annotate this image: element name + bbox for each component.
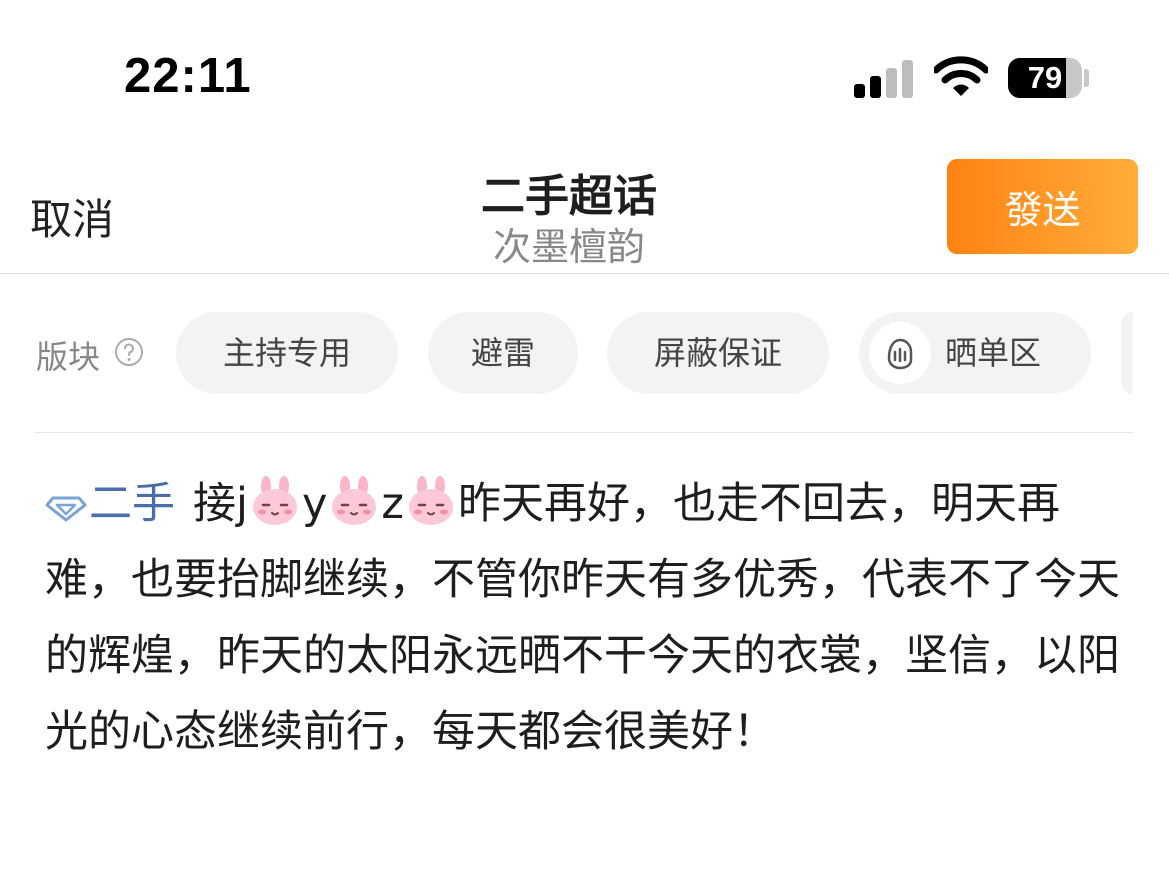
- nav-bar: 取消 二手超话 次墨檀韵 發送: [0, 140, 1169, 274]
- page-subtitle: 次墨檀韵: [492, 225, 645, 269]
- topic-tag-label: 二手: [89, 479, 175, 529]
- chip-avoid[interactable]: 避雷: [428, 312, 578, 394]
- chip-label: 晒单区: [945, 334, 1042, 372]
- chip-overflow[interactable]: [1121, 312, 1133, 394]
- send-button[interactable]: 發送: [947, 159, 1138, 254]
- battery-tip: [1084, 69, 1089, 87]
- battery-level: 79: [1027, 60, 1063, 95]
- post-text-segment: z: [381, 479, 404, 529]
- chip-block-guarantee[interactable]: 屏蔽保证: [607, 312, 829, 394]
- section-selector: 版块 主持专用 避雷 屏蔽保证 晒单区: [0, 310, 1169, 396]
- post-text-segment: 接j: [193, 479, 248, 529]
- chip-showcase[interactable]: 晒单区: [859, 312, 1091, 394]
- diamond-icon: [45, 496, 87, 522]
- chip-label: 主持专用: [222, 334, 351, 372]
- help-icon[interactable]: [114, 337, 144, 367]
- status-time: 22:11: [124, 49, 252, 103]
- section-label: 版块: [36, 338, 101, 376]
- battery-icon: 79: [1008, 58, 1082, 98]
- pink-bunny-face-icon: [408, 476, 453, 525]
- page-title: 二手超话: [481, 171, 657, 222]
- cellular-signal-icon: [854, 58, 914, 98]
- status-bar: 22:11 79: [0, 0, 1169, 130]
- chip-label: 避雷: [470, 334, 535, 372]
- pink-bunny-face-icon: [252, 476, 297, 525]
- divider: [34, 432, 1134, 433]
- cancel-button[interactable]: 取消: [30, 186, 114, 247]
- wifi-icon: [934, 56, 988, 96]
- thumbs-up-icon: [869, 322, 931, 384]
- topic-tag[interactable]: 二手: [45, 479, 175, 529]
- post-editor[interactable]: 二手 接j y z 昨天再好，也走不回去，明天再难，也要抬脚继续，不管你昨天有多优秀，代…: [45, 466, 1135, 770]
- chip-label: 屏蔽保证: [653, 334, 782, 372]
- chip-host-only[interactable]: 主持专用: [176, 312, 398, 394]
- pink-bunny-face-icon: [332, 476, 377, 525]
- post-text-segment: y: [301, 479, 328, 529]
